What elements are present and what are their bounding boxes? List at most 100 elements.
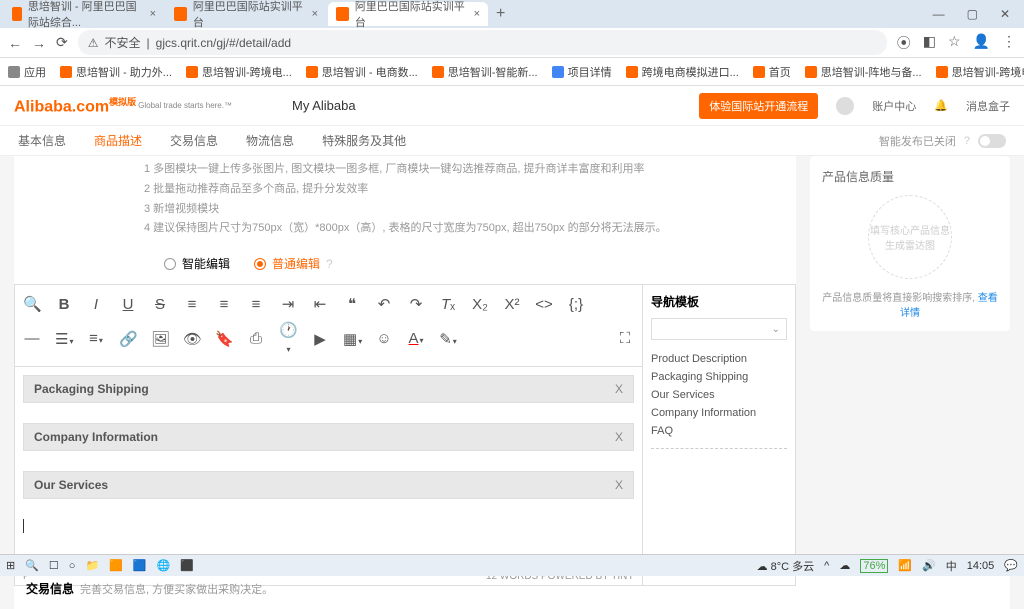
translate-icon[interactable]: ⦿ xyxy=(897,33,911,53)
search-icon[interactable]: 🔍 xyxy=(23,295,41,313)
outdent-button[interactable]: ⇤ xyxy=(311,295,329,313)
align-center-button[interactable]: ≡ xyxy=(215,296,233,313)
template-item[interactable]: Product Description xyxy=(651,350,787,368)
battery-icon[interactable]: 76% xyxy=(860,559,888,573)
browser-tab-1[interactable]: 阿里巴巴国际站实训平台× xyxy=(166,2,326,26)
back-button[interactable]: ← xyxy=(8,35,22,51)
preview-button[interactable]: 👁 xyxy=(183,330,201,348)
start-button[interactable]: ⊞ xyxy=(6,559,15,572)
app-icon[interactable]: ⬛ xyxy=(180,559,194,572)
address-bar[interactable]: ⚠ 不安全 | gjcs.qrit.cn/gj/#/detail/add xyxy=(78,30,887,55)
menu-icon[interactable]: ⋮ xyxy=(1002,33,1016,53)
auto-publish-toggle[interactable] xyxy=(978,134,1006,148)
app-icon[interactable]: 🟧 xyxy=(109,559,123,572)
section-packaging[interactable]: Packaging ShippingX xyxy=(23,375,634,403)
bookmark-item[interactable]: 思培智训 - 电商数... xyxy=(306,64,418,80)
chrome-icon[interactable]: 🌐 xyxy=(157,559,171,572)
tab-logistics[interactable]: 物流信息 xyxy=(246,132,294,149)
avatar[interactable] xyxy=(836,97,854,115)
list-ul-button[interactable]: ☰ xyxy=(55,330,73,348)
quote-button[interactable]: ❝ xyxy=(343,295,361,313)
redo-button[interactable]: ↷ xyxy=(407,295,425,313)
tray-chevron-icon[interactable]: ^ xyxy=(824,560,829,572)
template-select[interactable]: ⌄ xyxy=(651,318,787,340)
tab-trade[interactable]: 交易信息 xyxy=(170,132,218,149)
help-icon[interactable]: ? xyxy=(964,135,970,147)
close-window-icon[interactable]: ✕ xyxy=(1000,7,1010,21)
task-view-icon[interactable]: ☐ xyxy=(49,559,59,572)
close-icon[interactable]: × xyxy=(150,8,156,20)
section-services[interactable]: Our ServicesX xyxy=(23,471,634,499)
fullscreen-button[interactable]: ⛶ xyxy=(616,330,634,347)
highlight-button[interactable]: ✎ xyxy=(439,330,457,348)
template-item[interactable]: Packaging Shipping xyxy=(651,368,787,386)
new-tab-button[interactable]: + xyxy=(496,5,505,23)
app-icon[interactable]: 🟦 xyxy=(133,559,147,572)
tab-basic[interactable]: 基本信息 xyxy=(18,132,66,149)
forward-button[interactable]: → xyxy=(32,35,46,51)
subscript-button[interactable]: X₂ xyxy=(471,296,489,313)
minimize-icon[interactable]: — xyxy=(933,7,945,21)
bookmark-item[interactable]: 跨境电商模拟进口... xyxy=(626,64,739,80)
account-link[interactable]: 账户中心 xyxy=(872,98,916,114)
alibaba-logo[interactable]: Alibaba.com模拟版 xyxy=(14,95,136,116)
video-button[interactable]: ▶ xyxy=(311,330,329,348)
hr-button[interactable]: — xyxy=(23,330,41,347)
tab-description[interactable]: 商品描述 xyxy=(94,132,142,149)
close-icon[interactable]: × xyxy=(312,8,318,20)
bookmark-item[interactable]: 思培智训-阵地与备... xyxy=(805,64,922,80)
messages-link[interactable]: 消息盒子 xyxy=(966,98,1010,114)
search-icon[interactable]: 🔍 xyxy=(25,559,39,572)
indent-button[interactable]: ⇥ xyxy=(279,295,297,313)
align-right-button[interactable]: ≡ xyxy=(247,296,265,313)
bookmark-item[interactable]: 思培智训-智能新... xyxy=(432,64,538,80)
my-alibaba[interactable]: My Alibaba xyxy=(292,98,356,113)
table-button[interactable]: ▦ xyxy=(343,330,361,348)
template-item[interactable]: Our Services xyxy=(651,386,787,404)
onedrive-icon[interactable]: ☁ xyxy=(839,559,850,572)
bell-icon[interactable]: 🔔 xyxy=(934,99,948,112)
remove-section-button[interactable]: X xyxy=(615,430,623,444)
radio-smart-edit[interactable]: 智能编辑 xyxy=(164,255,230,272)
ime-indicator[interactable]: 中 xyxy=(946,558,957,574)
profile-icon[interactable]: 👤 xyxy=(973,33,990,53)
strike-button[interactable]: S xyxy=(151,296,169,313)
list-ol-button[interactable]: ≡ xyxy=(87,330,105,347)
section-company[interactable]: Company InformationX xyxy=(23,423,634,451)
more-icon[interactable]: {;} xyxy=(567,296,585,313)
tab-special[interactable]: 特殊服务及其他 xyxy=(322,132,406,149)
code-button[interactable]: <> xyxy=(535,296,553,313)
bookmark-item[interactable]: 思培智训-跨境电... xyxy=(186,64,292,80)
browser-tab-2[interactable]: 阿里巴巴国际站实训平台× xyxy=(328,2,488,26)
bold-button[interactable]: B xyxy=(55,296,73,313)
radio-normal-edit[interactable]: 普通编辑? xyxy=(254,255,333,272)
time-button[interactable]: 🕐 xyxy=(279,321,297,356)
maximize-icon[interactable]: ▢ xyxy=(967,7,978,21)
emoji-button[interactable]: ☺ xyxy=(375,330,393,347)
clock[interactable]: 14:05 xyxy=(967,560,995,572)
image-button[interactable]: 🖼 xyxy=(151,330,169,348)
bookmark-item[interactable]: 思培智训-跨境电... xyxy=(936,64,1024,80)
browser-tab-0[interactable]: 思培智训 - 阿里巴巴国际站综合...× xyxy=(4,2,164,26)
extension-icon[interactable]: ◧ xyxy=(923,33,936,53)
superscript-button[interactable]: X² xyxy=(503,296,521,313)
bookmark-item[interactable]: 项目详情 xyxy=(552,64,612,80)
undo-button[interactable]: ↶ xyxy=(375,295,393,313)
link-button[interactable]: 🔗 xyxy=(119,330,137,348)
explorer-icon[interactable]: 📁 xyxy=(85,559,99,572)
reload-button[interactable]: ⟳ xyxy=(56,34,68,51)
bookmark-item[interactable]: 思培智训 - 助力外... xyxy=(60,64,172,80)
template-item[interactable]: Company Information xyxy=(651,404,787,422)
pagebreak-button[interactable]: ⎙ xyxy=(247,330,265,347)
apps-button[interactable]: 应用 xyxy=(8,64,46,80)
bookmark-item[interactable]: 首页 xyxy=(753,64,791,80)
volume-icon[interactable]: 🔊 xyxy=(922,559,936,572)
remove-section-button[interactable]: X xyxy=(615,382,623,396)
cta-button[interactable]: 体验国际站开通流程 xyxy=(699,93,818,119)
weather-widget[interactable]: ☁ 8°C 多云 xyxy=(757,558,815,574)
network-icon[interactable]: 📶 xyxy=(898,559,912,572)
underline-button[interactable]: U xyxy=(119,296,137,313)
notifications-icon[interactable]: 💬 xyxy=(1004,559,1018,572)
star-icon[interactable]: ☆ xyxy=(948,33,961,53)
editor-content[interactable]: Packaging ShippingX Company InformationX… xyxy=(15,367,642,567)
